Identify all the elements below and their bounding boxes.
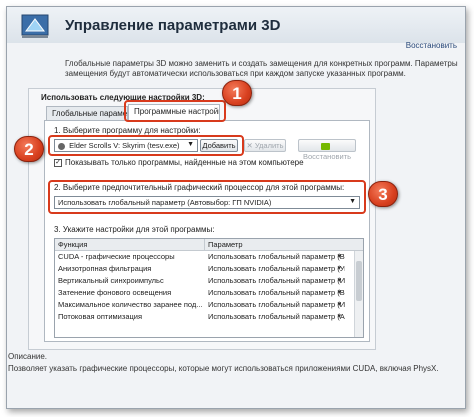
3d-settings-icon <box>21 14 49 38</box>
header-bar: Управление параметрами 3D <box>7 7 465 43</box>
table-row[interactable]: Потоковая оптимизация Использовать глоба… <box>55 311 363 323</box>
chevron-down-icon[interactable]: ▾ <box>337 263 341 275</box>
scrollbar-thumb[interactable] <box>356 261 362 301</box>
callout-2-highlight <box>48 135 244 156</box>
table-scrollbar[interactable] <box>354 251 363 337</box>
chevron-down-icon[interactable]: ▾ <box>337 299 341 311</box>
chevron-down-icon[interactable]: ▾ <box>337 287 341 299</box>
page-description: Глобальные параметры 3D можно заменить и… <box>65 59 458 78</box>
show-only-found-label: Показывать только программы, найденные н… <box>65 158 304 167</box>
feature-cell: Вертикальный синхроимпульс <box>58 276 164 285</box>
remove-icon: ✕ <box>246 141 255 150</box>
value-text: Использовать глобальный параметр (Все) <box>208 252 345 261</box>
value-text: Использовать глобальный параметр (Авто) <box>208 312 345 321</box>
chevron-down-icon[interactable]: ▾ <box>337 275 341 287</box>
remove-program-button[interactable]: ✕ Удалить <box>244 139 286 152</box>
value-text: Использовать глобальный параметр (Исп... <box>208 276 345 285</box>
nvidia-logo-icon <box>321 142 330 150</box>
value-cell[interactable]: Использовать глобальный параметр (Авто) ▾ <box>205 311 345 323</box>
table-row[interactable]: CUDA - графические процессоры Использова… <box>55 251 363 263</box>
restore-defaults-link[interactable]: Восстановить <box>406 41 457 50</box>
column-header-feature[interactable]: Функция <box>55 239 205 250</box>
value-cell[interactable]: Использовать глобальный параметр (Упр...… <box>205 263 345 275</box>
table-row[interactable]: Максимальное количество заранее под... И… <box>55 299 363 311</box>
program-settings-table: Функция Параметр CUDA - графические проц… <box>54 238 364 338</box>
value-text: Использовать глобальный параметр (Упр... <box>208 264 345 273</box>
value-text: Использовать глобальный параметр (Вык... <box>208 288 345 297</box>
callout-2-badge: 2 <box>14 136 44 162</box>
callout-1-highlight <box>124 100 226 122</box>
show-only-found-checkbox[interactable]: ✓ <box>54 159 62 167</box>
tab-global-settings[interactable]: Глобальные параметры <box>46 106 128 120</box>
table-row[interactable]: Вертикальный синхроимпульс Использовать … <box>55 275 363 287</box>
value-text: Использовать глобальный параметр (Исп... <box>208 300 345 309</box>
value-cell[interactable]: Использовать глобальный параметр (Вык...… <box>205 287 345 299</box>
chevron-down-icon[interactable]: ▾ <box>337 311 341 323</box>
table-row[interactable]: Затенение фонового освещения Использоват… <box>55 287 363 299</box>
column-header-value[interactable]: Параметр <box>205 239 243 250</box>
feature-cell: Анизотропная фильтрация <box>58 264 152 273</box>
callout-3-badge: 3 <box>368 181 398 207</box>
restore-program-button[interactable]: Восстановить <box>298 139 356 161</box>
feature-cell: CUDA - графические процессоры <box>58 252 175 261</box>
table-row[interactable]: Анизотропная фильтрация Использовать гло… <box>55 263 363 275</box>
description-text: Позволяет указать графические процессоры… <box>8 364 439 373</box>
feature-cell: Максимальное количество заранее под... <box>58 300 203 309</box>
callout-3-highlight <box>48 180 366 214</box>
chevron-down-icon[interactable]: ▾ <box>337 251 341 263</box>
step1-label: 1. Выберите программу для настройки: <box>54 126 201 135</box>
remove-label: Удалить <box>254 141 284 150</box>
value-cell[interactable]: Использовать глобальный параметр (Все) ▾ <box>205 251 345 263</box>
value-cell[interactable]: Использовать глобальный параметр (Исп...… <box>205 275 345 287</box>
page-title: Управление параметрами 3D <box>65 17 281 34</box>
table-header: Функция Параметр <box>55 239 363 251</box>
description-label: Описание. <box>8 352 48 361</box>
value-cell[interactable]: Использовать глобальный параметр (Исп...… <box>205 299 345 311</box>
step3-label: 3. Укажите настройки для этой программы: <box>54 225 215 234</box>
feature-cell: Затенение фонового освещения <box>58 288 172 297</box>
callout-1-badge: 1 <box>222 80 252 106</box>
feature-cell: Потоковая оптимизация <box>58 312 143 321</box>
restore-program-label: Восстановить <box>302 152 352 161</box>
